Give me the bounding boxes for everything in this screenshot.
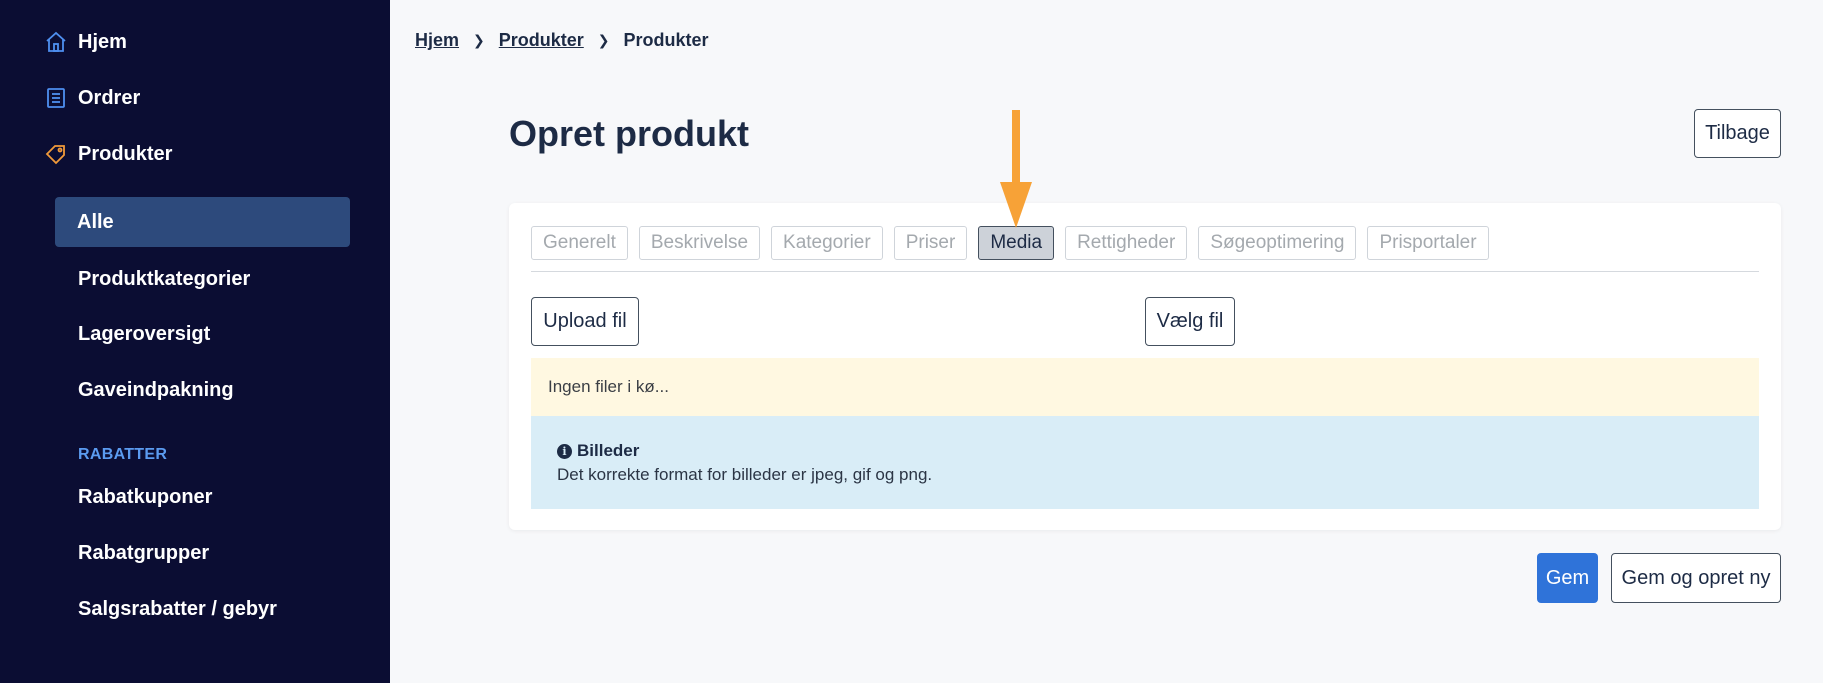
- sidebar-item-produktkategorier[interactable]: Produktkategorier: [78, 268, 250, 291]
- pointer-arrow-icon: [1000, 110, 1032, 228]
- chevron-right-icon: ❯: [473, 32, 485, 48]
- sidebar-item-ordrer[interactable]: Ordrer: [44, 86, 140, 110]
- tab-kategorier[interactable]: Kategorier: [771, 226, 883, 260]
- sidebar-item-lageroversigt[interactable]: Lageroversigt: [78, 323, 210, 346]
- chevron-right-icon: ❯: [597, 32, 610, 48]
- tab-prisportaler[interactable]: Prisportaler: [1367, 226, 1489, 260]
- tab-bar: Generelt Beskrivelse Kategorier Priser M…: [531, 226, 1489, 260]
- sidebar-item-rabatgrupper[interactable]: Rabatgrupper: [78, 542, 209, 565]
- sidebar-item-label: Ordrer: [78, 86, 141, 109]
- save-button[interactable]: Gem: [1537, 553, 1598, 603]
- breadcrumb-link-produkter[interactable]: Produkter: [499, 30, 584, 51]
- info-title: Billeder: [577, 441, 640, 460]
- breadcrumb-current: Produkter: [623, 30, 709, 50]
- sidebar-item-produkter[interactable]: Produkter: [44, 142, 172, 166]
- sidebar-item-salgsrabatter[interactable]: Salgsrabatter / gebyr: [78, 598, 277, 621]
- queue-status-alert: Ingen filer i kø...: [531, 358, 1759, 416]
- tab-beskrivelse[interactable]: Beskrivelse: [638, 226, 761, 260]
- product-form-card: Generelt Beskrivelse Kategorier Priser M…: [509, 203, 1781, 530]
- info-icon: i: [557, 443, 572, 459]
- sidebar-item-rabatkuponer[interactable]: Rabatkuponer: [78, 486, 212, 509]
- back-button[interactable]: Tilbage: [1694, 109, 1781, 158]
- tab-soegeoptimering[interactable]: Søgeoptimering: [1198, 226, 1357, 260]
- section-label-rabatter: RABATTER: [78, 446, 168, 463]
- orders-icon: [44, 86, 68, 110]
- image-format-info: i Billeder Det korrekte format for bille…: [531, 416, 1759, 509]
- page-title: Opret produkt: [509, 113, 749, 154]
- tab-media[interactable]: Media: [978, 226, 1055, 260]
- upload-file-button[interactable]: Upload fil: [531, 297, 639, 346]
- sidebar-item-label: Produkter: [78, 142, 173, 165]
- info-text: Det korrekte format for billeder er jpeg…: [557, 465, 933, 484]
- tab-divider: [531, 271, 1759, 272]
- tab-priser[interactable]: Priser: [893, 226, 968, 260]
- sidebar-item-alle[interactable]: Alle: [55, 197, 350, 247]
- tab-rettigheder[interactable]: Rettigheder: [1065, 226, 1188, 260]
- tag-icon: [44, 142, 68, 166]
- choose-file-button[interactable]: Vælg fil: [1145, 297, 1235, 346]
- breadcrumb-link-hjem[interactable]: Hjem: [415, 30, 459, 51]
- sidebar: Hjem Ordrer Produkter Alle Produktkatego…: [0, 0, 390, 683]
- breadcrumb: Hjem ❯ Produkter ❯ Produkter: [415, 30, 709, 51]
- tab-generelt[interactable]: Generelt: [531, 226, 628, 260]
- home-icon: [44, 30, 68, 54]
- save-and-new-button[interactable]: Gem og opret ny: [1611, 553, 1781, 603]
- sidebar-item-gaveindpakning[interactable]: Gaveindpakning: [78, 379, 234, 402]
- queue-status-text: Ingen filer i kø...: [548, 377, 669, 396]
- sidebar-item-label: Hjem: [78, 30, 127, 53]
- sidebar-item-hjem[interactable]: Hjem: [44, 30, 127, 54]
